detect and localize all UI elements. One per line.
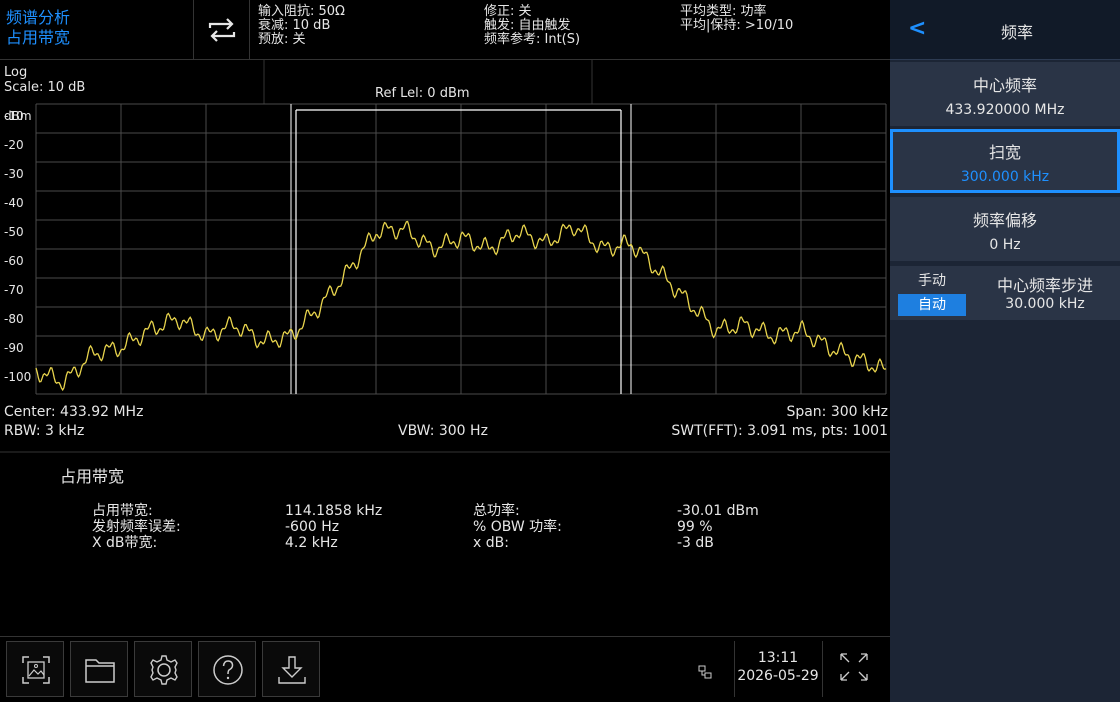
center-step-title: 中心频率步进 <box>996 276 1093 295</box>
screenshot-icon <box>22 656 50 684</box>
obw-value: 114.1858 kHz <box>285 503 383 519</box>
obw-power-label: % OBW 功率: <box>473 519 562 535</box>
freq-error-value: -600 Hz <box>285 519 340 535</box>
sweep-time: SWT(FFT): 3.091 ms, pts: 1001 <box>671 423 888 439</box>
help-button[interactable] <box>198 641 256 697</box>
scale-mode: Log <box>4 65 28 80</box>
step-auto-option[interactable]: 自动 <box>898 294 966 316</box>
y-tick-label: -50 <box>4 225 24 239</box>
toolbar-divider <box>734 641 735 697</box>
span-title: 扫宽 <box>988 143 1021 162</box>
settings-icon <box>150 655 178 685</box>
obw-power-value: 99 % <box>677 519 713 535</box>
y-tick-label: -60 <box>4 254 24 268</box>
result-labels-2: 总功率: % OBW 功率: x dB: <box>473 503 562 551</box>
obw-label: 占用带宽: <box>92 503 153 519</box>
date-text: 2026-05-29 <box>737 668 819 684</box>
network-icon <box>698 665 712 679</box>
center-frequency-key[interactable]: 中心频率 433.920000 MHz <box>890 62 1120 126</box>
ref-level: Ref Lel: 0 dBm <box>375 86 470 101</box>
xdb-value: -3 dB <box>677 535 714 551</box>
xdb-bw-label: X dB带宽: <box>92 535 158 551</box>
panel-title: 频率 <box>1000 23 1033 42</box>
panel-header: < 频率 <box>890 0 1120 60</box>
help-icon <box>213 655 243 685</box>
clock: 13:11 2026-05-29 <box>736 649 820 685</box>
span-value: 300.000 kHz <box>960 169 1050 185</box>
center-frequency: Center: 433.92 MHz <box>4 404 144 420</box>
y-tick-label: -40 <box>4 196 24 210</box>
span-key[interactable]: 扫宽 300.000 kHz <box>890 129 1120 193</box>
bottom-toolbar: 13:11 2026-05-29 <box>0 636 890 702</box>
total-power-value: -30.01 dBm <box>677 503 759 519</box>
y-tick-label: -70 <box>4 283 24 297</box>
fullscreen-icon[interactable] <box>838 651 870 683</box>
xdb-bw-value: 4.2 kHz <box>285 535 338 551</box>
y-tick-label: -80 <box>4 312 24 326</box>
center-step-key[interactable]: 手动 自动 中心频率步进 30.000 kHz <box>890 266 1120 320</box>
vbw-text: VBW: 300 Hz <box>398 423 488 439</box>
xdb-label: x dB: <box>473 535 509 551</box>
time-text: 13:11 <box>757 650 799 666</box>
freq-offset-title: 频率偏移 <box>972 211 1037 230</box>
graticule <box>35 103 887 395</box>
y-tick-label: -10 <box>4 109 24 123</box>
freq-error-label: 发射频率误差: <box>92 519 181 535</box>
folder-icon <box>85 659 115 683</box>
y-tick-label: -20 <box>4 138 24 152</box>
freq-offset-value: 0 Hz <box>989 237 1021 253</box>
y-tick-label: -30 <box>4 167 24 181</box>
screenshot-button[interactable] <box>6 641 64 697</box>
result-values-2: -30.01 dBm 99 % -3 dB <box>677 503 759 551</box>
total-power-label: 总功率: <box>473 503 520 519</box>
toolbar-divider <box>822 641 823 697</box>
file-button[interactable] <box>70 641 128 697</box>
softkey-panel: < 频率 中心频率 433.920000 MHz 扫宽 300.000 kHz … <box>890 0 1120 702</box>
save-button[interactable] <box>262 641 320 697</box>
y-tick-label: -90 <box>4 341 24 355</box>
center-frequency-title: 中心频率 <box>972 76 1037 95</box>
results-title: 占用带宽 <box>60 467 125 486</box>
result-values: 114.1858 kHz -600 Hz 4.2 kHz <box>285 503 382 551</box>
center-step-value: 30.000 kHz <box>1005 296 1085 312</box>
center-frequency-value: 433.920000 MHz <box>945 102 1065 118</box>
download-icon <box>278 656 306 684</box>
spectrum-graph[interactable] <box>0 0 890 702</box>
y-tick-label: -100 <box>4 370 32 384</box>
scale-text: Scale: 10 dB <box>4 80 86 95</box>
freq-offset-key[interactable]: 频率偏移 0 Hz <box>890 197 1120 261</box>
rbw-text: RBW: 3 kHz <box>4 423 85 439</box>
span-text: Span: 300 kHz <box>786 404 888 420</box>
settings-button[interactable] <box>134 641 192 697</box>
result-labels: 占用带宽: 发射频率误差: X dB带宽: <box>92 503 181 551</box>
step-manual-option[interactable]: 手动 <box>898 270 966 290</box>
